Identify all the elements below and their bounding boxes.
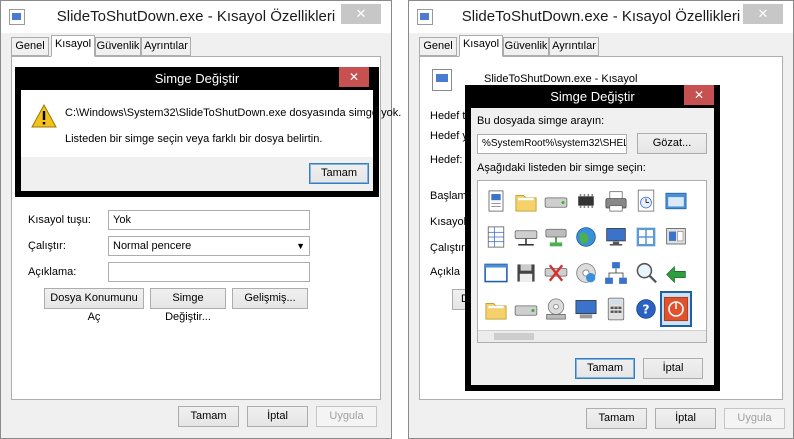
tab-guvenlik[interactable]: Güvenlik: [95, 37, 141, 56]
folder-icon[interactable]: [482, 293, 510, 325]
floppy-icon[interactable]: [512, 257, 540, 289]
drive-icon[interactable]: [512, 293, 540, 325]
right-cancel-button[interactable]: İptal: [655, 408, 716, 429]
tab-kisayol[interactable]: Kısayol: [51, 35, 95, 57]
right-apply-button[interactable]: Uygula: [724, 408, 785, 429]
close-icon[interactable]: ✕: [339, 67, 369, 87]
settings-window-icon[interactable]: [662, 221, 690, 253]
recycle-arrow-icon[interactable]: [662, 257, 690, 289]
advanced-button[interactable]: Gelişmiş...: [232, 288, 308, 309]
run-label: Çalıştır:: [430, 242, 468, 254]
globe-icon[interactable]: [572, 221, 600, 253]
disconnected-drive-icon[interactable]: [542, 257, 570, 289]
left-dialog-title: Simge Değiştir: [154, 71, 240, 86]
left-ok-button[interactable]: Tamam: [178, 406, 239, 427]
target-label: Hedef:: [430, 154, 463, 166]
monitor-network-icon[interactable]: [602, 221, 630, 253]
browse-button[interactable]: Gözat...: [637, 133, 707, 154]
drive-icon[interactable]: [542, 185, 570, 217]
comment-label: Açıklama:: [28, 266, 77, 278]
run-select[interactable]: Normal pencere ▼: [108, 236, 310, 256]
left-apply-button[interactable]: Uygula: [316, 406, 377, 427]
tab-kisayol[interactable]: Kısayol: [459, 35, 503, 57]
shortcut-key-field[interactable]: Yok: [108, 210, 310, 230]
chevron-down-icon: ▼: [296, 241, 305, 251]
network-share-icon[interactable]: [542, 221, 570, 253]
right-properties-window: SlideToShutDown.exe - Kısayol Özellikler…: [408, 0, 794, 439]
change-icon-button[interactable]: Simge Değiştir...: [150, 288, 226, 323]
dialog-ok-button[interactable]: Tamam: [575, 358, 635, 379]
tab-ayrintilar[interactable]: Ayrıntılar: [141, 37, 191, 56]
left-dialog-body: C:\Windows\System32\SlideToShutDown.exe …: [21, 90, 401, 157]
icon-list[interactable]: ?: [477, 180, 707, 343]
right-window-title: SlideToShutDown.exe - Kısayol Özellikler…: [461, 8, 741, 25]
open-location-button[interactable]: Dosya Konumunu Aç: [44, 288, 144, 323]
comment-label: Açıkla: [430, 266, 460, 278]
tab-guvenlik[interactable]: Güvenlik: [503, 37, 549, 56]
tab-genel[interactable]: Genel: [419, 37, 457, 56]
close-icon[interactable]: ✕: [684, 85, 714, 105]
left-cancel-button[interactable]: İptal: [247, 406, 308, 427]
scrollbar-thumb[interactable]: [494, 333, 534, 340]
svg-text:?: ?: [642, 302, 649, 317]
left-change-icon-dialog: Simge Değiştir ✕ C:\Windows\System32\Sli…: [15, 67, 401, 197]
right-dialog-body: Bu dosyada simge arayın: %SystemRoot%\sy…: [471, 108, 714, 385]
document-icon[interactable]: [482, 185, 510, 217]
left-properties-window: SlideToShutDown.exe - Kısayol Özellikler…: [0, 0, 401, 439]
shortcut-file-name: SlideToShutDown.exe - Kısayol: [484, 73, 638, 85]
cd-drive-icon[interactable]: [542, 293, 570, 325]
dialog-cancel-button[interactable]: İptal: [643, 358, 703, 379]
tab-genel[interactable]: Genel: [11, 37, 49, 56]
folder-icon[interactable]: [512, 185, 540, 217]
close-icon[interactable]: ✕: [743, 4, 783, 24]
left-dialog-footer: Tamam: [21, 157, 373, 191]
run-label: Çalıştır:: [28, 240, 66, 252]
tab-ayrintilar[interactable]: Ayrıntılar: [549, 37, 599, 56]
calculator-icon[interactable]: [602, 293, 630, 325]
search-in-file-label: Bu dosyada simge arayın:: [477, 115, 605, 127]
clock-file-icon[interactable]: [632, 185, 660, 217]
cd-globe-icon[interactable]: [572, 257, 600, 289]
right-dialog-title: Simge Değiştir: [550, 89, 635, 104]
shortcut-key-label: Kısayol tuşu:: [28, 214, 91, 226]
warning-icon: [31, 104, 57, 128]
right-change-icon-dialog: Simge Değiştir ✕ Bu dosyada simge arayın…: [465, 85, 720, 391]
close-icon[interactable]: ✕: [341, 4, 381, 24]
computer-icon[interactable]: [572, 293, 600, 325]
left-window-title: SlideToShutDown.exe - Kısayol Özellikler…: [56, 8, 336, 25]
icon-list-scrollbar[interactable]: [478, 330, 706, 342]
search-icon[interactable]: [632, 257, 660, 289]
shortcut-icon: [432, 69, 452, 91]
right-title-bar: SlideToShutDown.exe - Kısayol Özellikler…: [409, 1, 793, 33]
dialog-message: C:\Windows\System32\SlideToShutDown.exe …: [65, 107, 402, 119]
tiles-icon[interactable]: [632, 221, 660, 253]
icon-list-label: Aşağıdaki listeden bir simge seçin:: [477, 162, 646, 174]
icon-file-path-field[interactable]: %SystemRoot%\system32\SHELL32: [477, 134, 627, 154]
dialog-ok-button[interactable]: Tamam: [309, 163, 369, 184]
printer-icon[interactable]: [602, 185, 630, 217]
help-icon[interactable]: ?: [632, 293, 660, 325]
left-title-bar: SlideToShutDown.exe - Kısayol Özellikler…: [1, 1, 391, 33]
chip-icon[interactable]: [572, 185, 600, 217]
window-icon[interactable]: [662, 185, 690, 217]
right-ok-button[interactable]: Tamam: [586, 408, 647, 429]
dialog-message-secondary: Listeden bir simge seçin veya farklı bir…: [65, 133, 323, 145]
run-select-value: Normal pencere: [113, 240, 192, 252]
window-blank-icon[interactable]: [482, 257, 510, 289]
comment-field[interactable]: [108, 262, 310, 282]
network-drive-icon[interactable]: [512, 221, 540, 253]
network-icon[interactable]: [602, 257, 630, 289]
power-icon[interactable]: [660, 291, 692, 327]
spreadsheet-icon[interactable]: [482, 221, 510, 253]
